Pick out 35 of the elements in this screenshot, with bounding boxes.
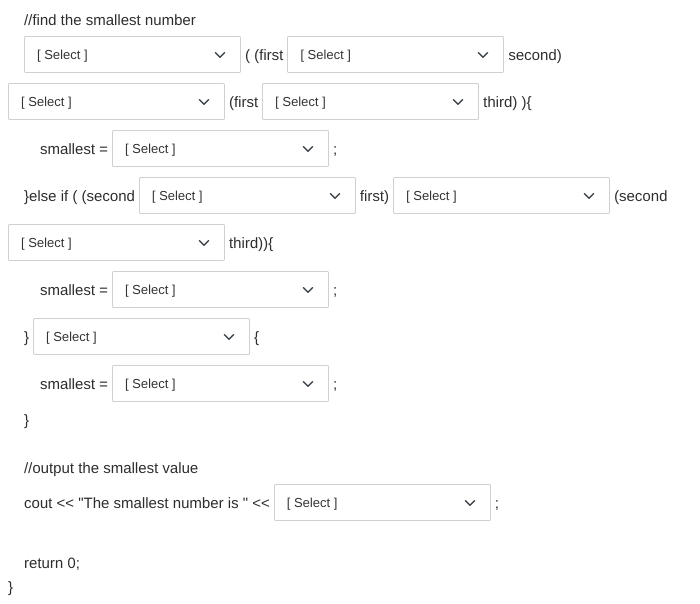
code-text: first) <box>360 187 390 206</box>
answer-dropdown[interactable]: [ Select ] <box>112 130 329 167</box>
code-text: second) <box>508 46 562 65</box>
code-text: ( (first <box>245 46 284 65</box>
code-text: } <box>8 578 14 596</box>
code-text: smallest = <box>40 140 108 159</box>
code-text: cout << "The smallest number is " << <box>24 494 270 513</box>
code-text: ; <box>332 375 338 394</box>
code-text: (first <box>229 93 258 112</box>
code-text: third)){ <box>229 234 274 253</box>
answer-dropdown[interactable]: [ Select ] <box>112 365 329 402</box>
answer-dropdown[interactable]: [ Select ] <box>393 177 610 214</box>
code-text: smallest = <box>40 281 108 300</box>
answer-dropdown[interactable]: [ Select ] <box>24 36 241 73</box>
code-text: ; <box>494 494 499 513</box>
code-text: } <box>24 410 30 430</box>
code-text: (second <box>614 187 668 206</box>
answer-dropdown[interactable]: [ Select ] <box>33 318 250 355</box>
code-text: } <box>24 328 30 347</box>
code-text: ; <box>332 281 338 300</box>
answer-dropdown[interactable]: [ Select ] <box>262 83 480 120</box>
code-text: //output the smallest value <box>24 458 198 478</box>
code-text: ; <box>332 140 338 159</box>
answer-dropdown[interactable]: [ Select ] <box>274 484 491 521</box>
code-text: { <box>254 328 260 347</box>
code-text: return 0; <box>24 554 80 572</box>
answer-dropdown[interactable]: [ Select ] <box>112 271 329 308</box>
code-text: }else if ( (second <box>24 187 135 206</box>
code-text: //find the smallest number <box>24 10 196 30</box>
answer-dropdown[interactable]: [ Select ] <box>8 224 225 261</box>
answer-dropdown[interactable]: [ Select ] <box>8 83 225 120</box>
answer-dropdown[interactable]: [ Select ] <box>138 177 356 214</box>
code-text: third) ){ <box>483 93 532 112</box>
code-text: smallest = <box>40 375 108 394</box>
answer-dropdown[interactable]: [ Select ] <box>287 36 504 73</box>
